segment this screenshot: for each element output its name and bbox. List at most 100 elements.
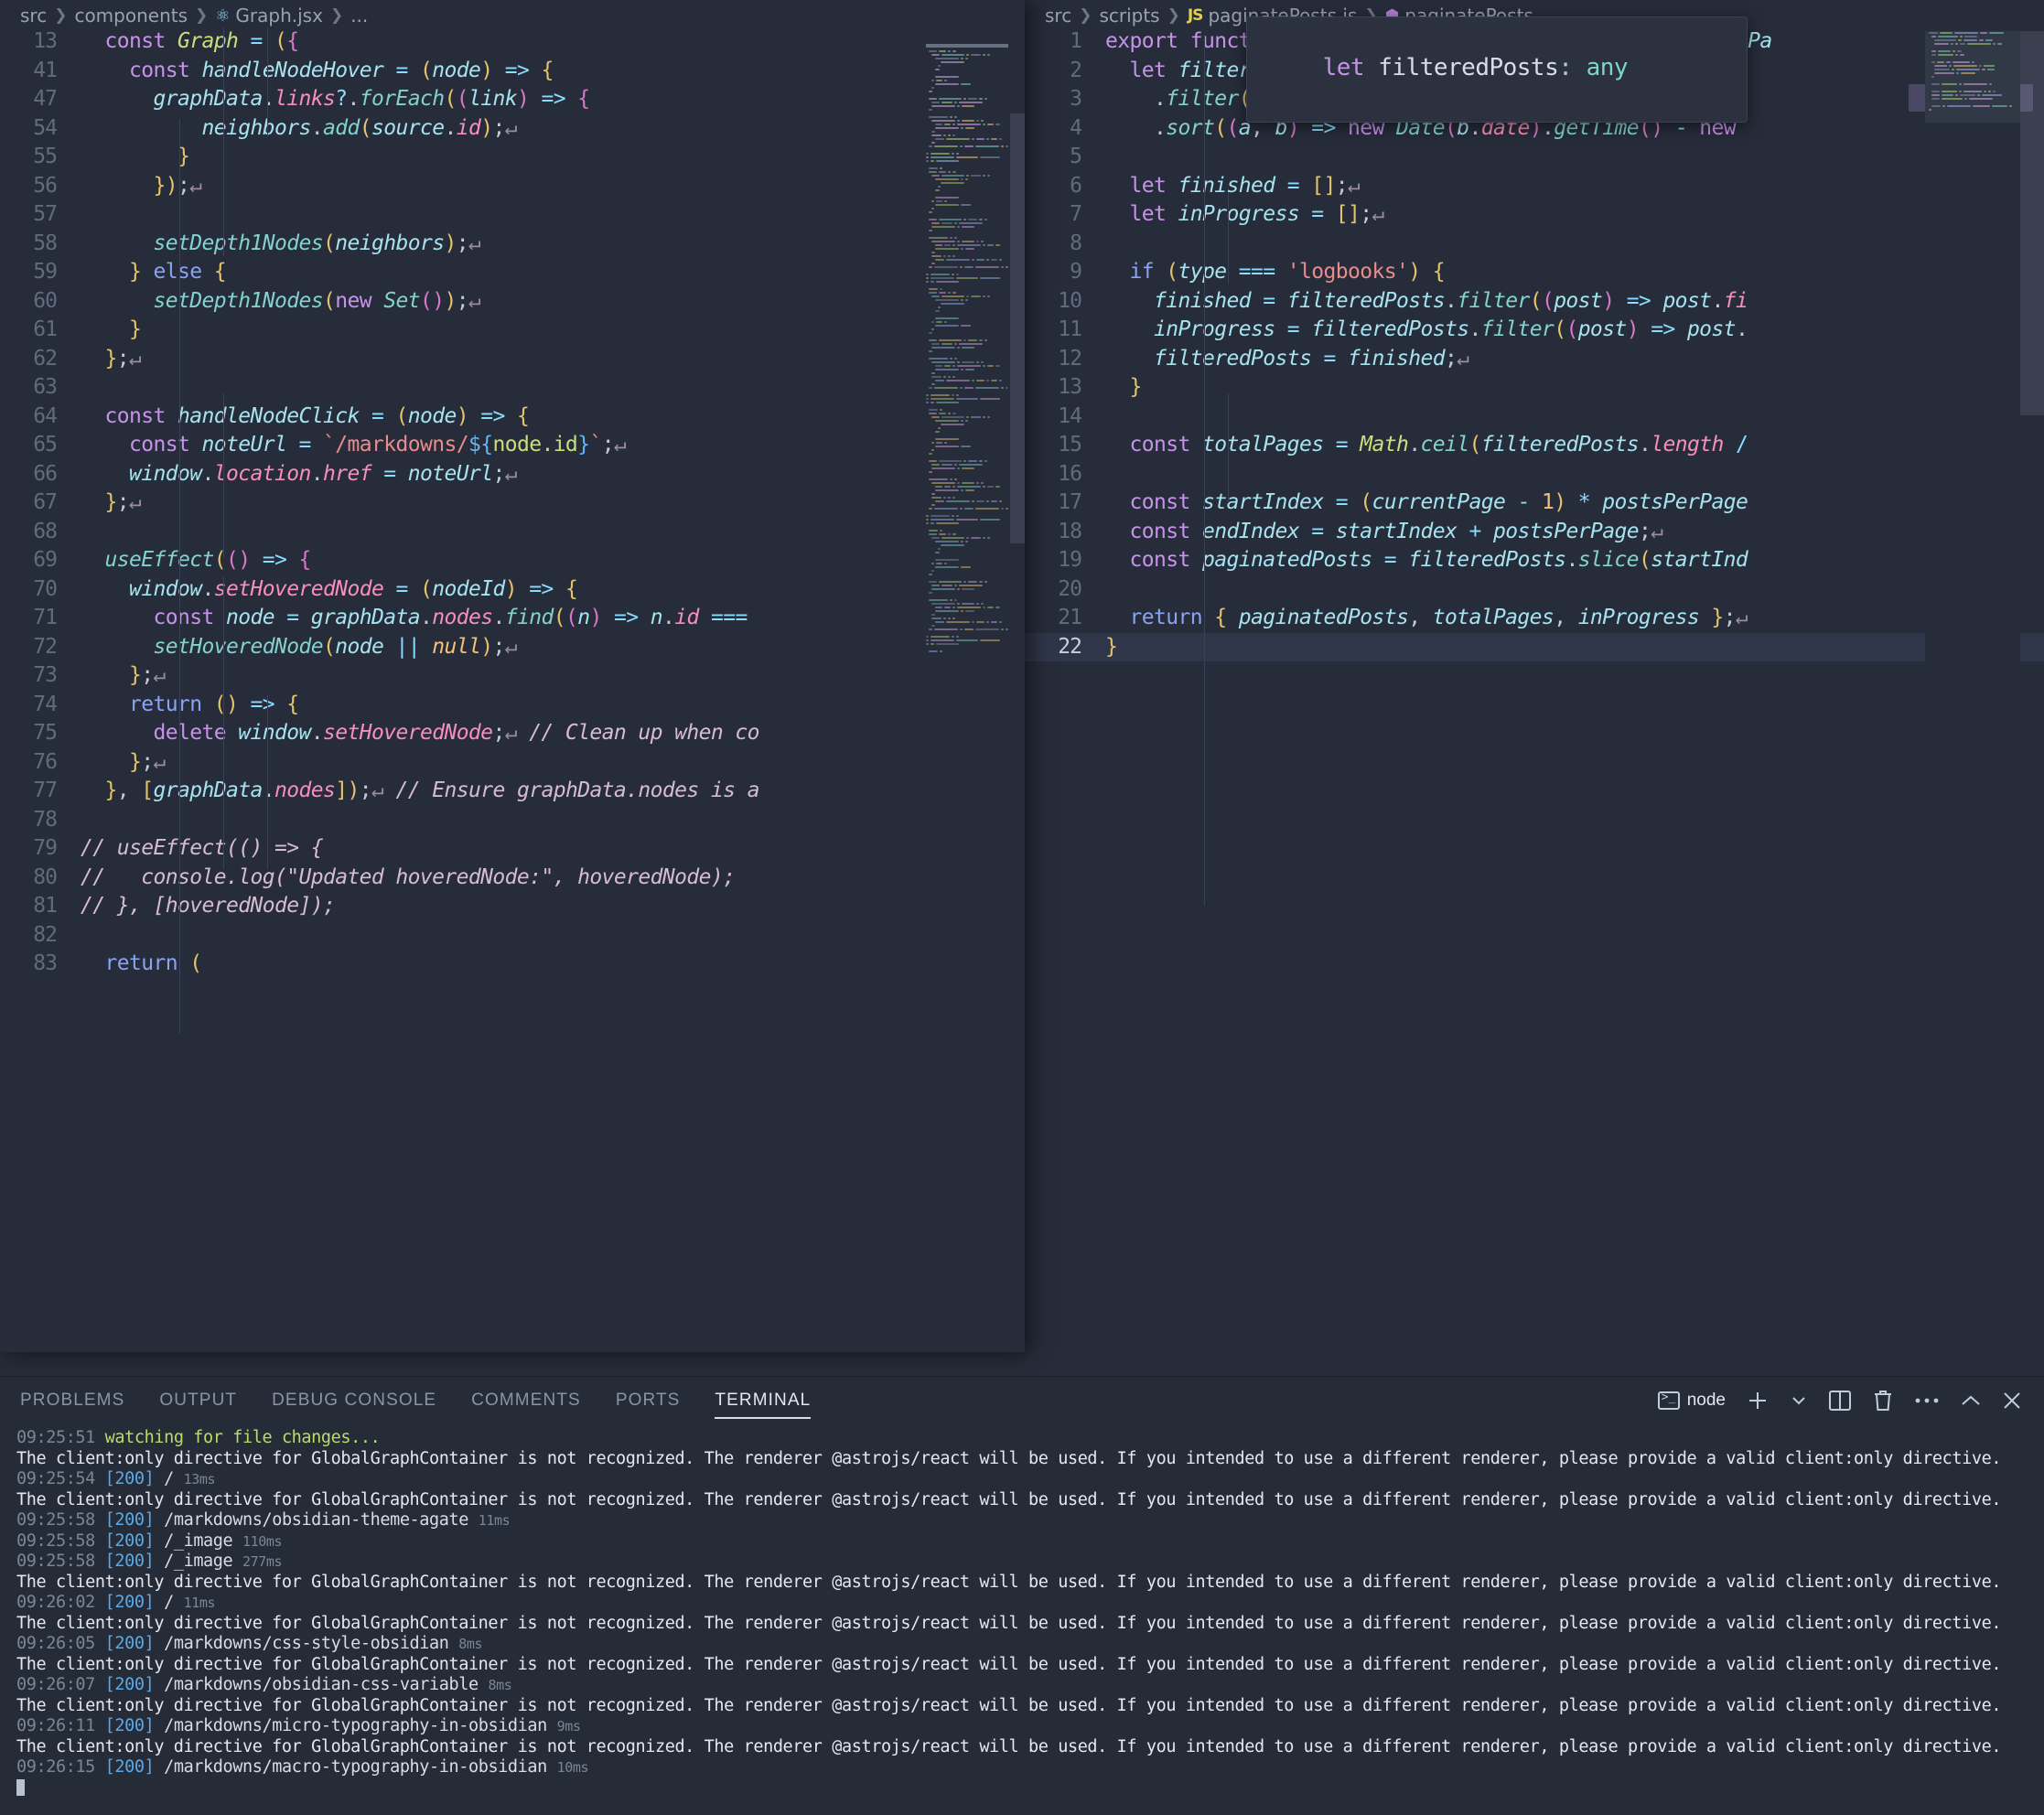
breadcrumb-segment-src[interactable]: src (1045, 5, 1071, 27)
code-line[interactable]: 16 (1025, 460, 2044, 489)
breadcrumb-segment-src[interactable]: src (20, 5, 47, 27)
code-line[interactable]: 82 (0, 921, 1025, 950)
code-line[interactable]: 20 (1025, 575, 2044, 605)
code-line-content: setDepth1Nodes(new Set());↵ (81, 287, 480, 317)
code-line[interactable]: 56 });↵ (0, 172, 1025, 201)
code-line[interactable]: 62 };↵ (0, 345, 1025, 374)
code-line[interactable]: 81// }, [hoveredNode]); (0, 892, 1025, 921)
code-line[interactable]: 13 const Graph = ({ (0, 27, 1025, 57)
breadcrumb-segment-more[interactable]: ... (350, 5, 368, 27)
code-line[interactable]: 54 neighbors.add(source.id);↵ (0, 114, 1025, 144)
line-number: 83 (0, 950, 81, 979)
code-line[interactable]: 67 };↵ (0, 489, 1025, 518)
panel-tab-list[interactable]: PROBLEMS OUTPUT DEBUG CONSOLE COMMENTS PORTS… (20, 1377, 811, 1424)
code-line[interactable]: 59 } else { (0, 258, 1025, 287)
terminal-shell-selector[interactable]: node (1658, 1391, 1726, 1411)
code-line[interactable]: 7 let inProgress = [];↵ (1025, 200, 2044, 230)
code-line[interactable]: 63 (0, 373, 1025, 403)
code-line[interactable]: 80// console.log("Updated hoveredNode:",… (0, 864, 1025, 893)
scrollbar-thumb[interactable] (2020, 31, 2044, 415)
maximize-panel-button[interactable] (1960, 1392, 1982, 1409)
new-terminal-button[interactable] (1746, 1389, 1770, 1412)
terminal-output[interactable]: 09:25:51 watching for file changes...The… (0, 1424, 2044, 1815)
code-line[interactable]: 55 } (0, 143, 1025, 172)
code-line[interactable]: 65 const noteUrl = `/markdowns/${node.id… (0, 431, 1025, 460)
code-line[interactable]: 61 } (0, 316, 1025, 345)
code-line[interactable]: 15 const totalPages = Math.ceil(filtered… (1025, 431, 2044, 460)
panel-tab-debug-console[interactable]: DEBUG CONSOLE (272, 1377, 436, 1424)
code-line[interactable]: 66 window.location.href = noteUrl;↵ (0, 460, 1025, 489)
line-number: 70 (0, 575, 81, 605)
code-line[interactable]: 71 const node = graphData.nodes.find((n)… (0, 604, 1025, 633)
scrollbar-right[interactable] (2020, 31, 2044, 1381)
code-line[interactable]: 11 inProgress = filteredPosts.filter((po… (1025, 316, 2044, 345)
breadcrumb-segment-components[interactable]: components (74, 5, 188, 27)
code-line-content: } (81, 316, 141, 345)
code-line[interactable]: 68 (0, 518, 1025, 547)
code-line-content: let inProgress = [];↵ (1105, 200, 1384, 230)
code-line[interactable]: 76 };↵ (0, 748, 1025, 778)
code-line[interactable]: 47 graphData.links?.forEach((link) => { (0, 85, 1025, 114)
kill-terminal-button[interactable] (1872, 1389, 1894, 1412)
line-number: 79 (0, 834, 81, 864)
code-editor-right[interactable]: 1export function paginatePosts(allPosts,… (1025, 27, 2044, 1381)
breadcrumb-segment-scripts[interactable]: scripts (1099, 5, 1159, 27)
split-terminal-button[interactable] (1828, 1390, 1852, 1412)
panel-tab-comments[interactable]: COMMENTS (471, 1377, 581, 1424)
code-editor-left[interactable]: 13 const Graph = ({41 const handleNodeHo… (0, 27, 1025, 1352)
line-number: 5 (1025, 143, 1105, 172)
code-line[interactable]: 8 (1025, 230, 2044, 259)
code-line[interactable]: 22} (1025, 633, 2044, 662)
code-line[interactable]: 83 return ( (0, 950, 1025, 979)
code-line[interactable]: 18 const endIndex = startIndex + postsPe… (1025, 518, 2044, 547)
code-line[interactable]: 79// useEffect(() => { (0, 834, 1025, 864)
code-line[interactable]: 17 const startIndex = (currentPage - 1) … (1025, 489, 2044, 518)
code-line[interactable]: 75 delete window.setHoveredNode;↵ // Cle… (0, 719, 1025, 748)
code-line[interactable]: 77 }, [graphData.nodes]);↵ // Ensure gra… (0, 777, 1025, 806)
code-line[interactable]: 72 setHoveredNode(node || null);↵ (0, 633, 1025, 662)
chevron-down-icon[interactable] (1790, 1391, 1808, 1410)
code-line[interactable]: 10 finished = filteredPosts.filter((post… (1025, 287, 2044, 317)
code-line[interactable]: 5 (1025, 143, 2044, 172)
panel-tab-problems[interactable]: PROBLEMS (20, 1377, 124, 1424)
code-line[interactable]: 58 setDepth1Nodes(neighbors);↵ (0, 230, 1025, 259)
panel-actions[interactable]: node (1658, 1389, 2033, 1412)
code-line[interactable]: 74 return () => { (0, 691, 1025, 720)
code-line[interactable]: 13 } (1025, 373, 2044, 403)
more-actions-button[interactable] (1914, 1397, 1940, 1404)
scrollbar-thumb[interactable] (1010, 113, 1025, 543)
code-line-content: const paginatedPosts = filteredPosts.sli… (1105, 546, 1748, 575)
code-line[interactable]: 78 (0, 806, 1025, 835)
code-line[interactable]: 73 };↵ (0, 661, 1025, 691)
line-number: 12 (1025, 345, 1105, 374)
code-line[interactable]: 12 filteredPosts = finished;↵ (1025, 345, 2044, 374)
breadcrumb-segment-file[interactable]: Graph.jsx (235, 5, 323, 27)
code-line[interactable]: 70 window.setHoveredNode = (nodeId) => { (0, 575, 1025, 605)
code-line[interactable]: 60 setDepth1Nodes(new Set());↵ (0, 287, 1025, 317)
code-line[interactable]: 9 if (type === 'logbooks') { (1025, 258, 2044, 287)
scrollbar-left[interactable] (1010, 31, 1025, 1352)
editor-pane-right[interactable]: src ❯ scripts ❯ JS paginatePosts.js ❯ ⬢ … (1025, 0, 2044, 1381)
terminal-line: The client:only directive for GlobalGrap… (16, 1655, 2044, 1676)
close-panel-button[interactable] (2002, 1391, 2022, 1411)
panel-tab-terminal[interactable]: TERMINAL (715, 1377, 811, 1424)
code-line[interactable]: 19 const paginatedPosts = filteredPosts.… (1025, 546, 2044, 575)
code-line[interactable]: 21 return { paginatedPosts, totalPages, … (1025, 604, 2044, 633)
terminal-line: 09:26:15 [200] /markdowns/macro-typograp… (16, 1757, 2044, 1778)
minimap-left[interactable] (922, 31, 1010, 1352)
panel-tab-output[interactable]: OUTPUT (159, 1377, 237, 1424)
panel-tab-ports[interactable]: PORTS (616, 1377, 681, 1424)
line-number: 1 (1025, 27, 1105, 57)
code-line[interactable]: 41 const handleNodeHover = (node) => { (0, 57, 1025, 86)
code-line[interactable]: 69 useEffect(() => { (0, 546, 1025, 575)
breadcrumb-left[interactable]: src ❯ components ❯ ⚛ Graph.jsx ❯ ... (0, 0, 1025, 31)
line-number: 74 (0, 691, 81, 720)
code-line[interactable]: 6 let finished = [];↵ (1025, 172, 2044, 201)
code-line[interactable]: 14 (1025, 403, 2044, 432)
minimap-right[interactable] (1925, 31, 2020, 1381)
terminal-line: The client:only directive for GlobalGrap… (16, 1696, 2044, 1717)
code-line[interactable]: 64 const handleNodeClick = (node) => { (0, 403, 1025, 432)
code-line-content: }, [graphData.nodes]);↵ // Ensure graphD… (81, 777, 759, 806)
editor-pane-left[interactable]: src ❯ components ❯ ⚛ Graph.jsx ❯ ... 13 … (0, 0, 1025, 1352)
code-line[interactable]: 57 (0, 200, 1025, 230)
